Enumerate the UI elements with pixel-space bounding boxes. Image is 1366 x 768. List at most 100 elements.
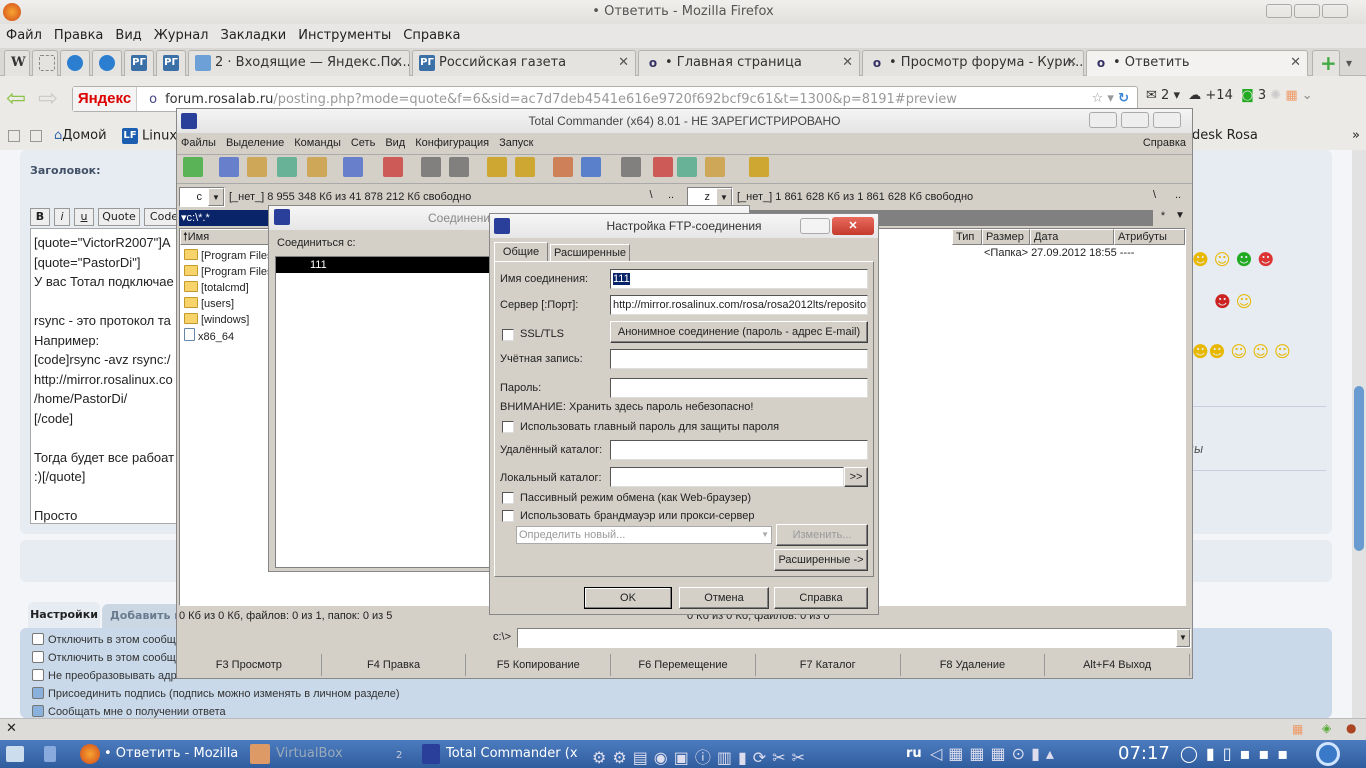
addon-icon[interactable]: ● (1346, 721, 1356, 735)
server-input[interactable]: http://mirror.rosalinux.com/rosa/rosa201… (610, 295, 868, 315)
toolbar-button-icon[interactable] (219, 157, 239, 177)
devil-smiley-icon[interactable]: ☻ (1214, 292, 1231, 311)
back-button[interactable]: ⇦ (6, 86, 26, 110)
tc-menu-commands[interactable]: Команды (294, 137, 341, 149)
file-row[interactable]: [totalcmd] (184, 280, 249, 296)
weather-icon[interactable]: ☁ (1188, 88, 1201, 103)
smiley-icon[interactable]: ☺ (1214, 250, 1231, 269)
function-key-button[interactable]: F8 Удаление (901, 654, 1046, 676)
addon-icon[interactable]: ▦ (1285, 88, 1297, 103)
file-row[interactable]: [users] (184, 296, 234, 312)
shield-icon[interactable]: ◈ (1322, 721, 1331, 735)
counter-value[interactable]: 3 (1258, 88, 1266, 103)
function-key-button[interactable]: F5 Копирование (466, 654, 612, 676)
toolbar-button-icon[interactable] (553, 157, 573, 177)
message-textarea[interactable]: [quote="VictorR2007"]А [quote="PastorDi"]… (30, 228, 190, 524)
desktop-number[interactable]: 2 (396, 750, 402, 761)
function-key-button[interactable]: F3 Просмотр (177, 654, 322, 676)
menu-file[interactable]: Файл (0, 24, 48, 43)
function-key-button[interactable]: Alt+F4 Выход (1045, 654, 1190, 676)
toolbar-button-icon[interactable] (449, 157, 469, 177)
tab-close-icon[interactable]: ✕ (1066, 51, 1077, 75)
smiley-icon[interactable]: ☻☻ (1192, 342, 1225, 361)
taskbar-total-commander[interactable]: Total Commander (x (446, 746, 586, 761)
right-root-button[interactable]: \ (1153, 189, 1156, 201)
toolbar-button-icon[interactable] (677, 157, 697, 177)
toolbar-button-icon[interactable] (653, 157, 673, 177)
tab-general[interactable]: Общие (494, 242, 548, 262)
tab-close-icon[interactable]: ✕ (392, 51, 403, 75)
yandex-search-button[interactable]: Яндекс (73, 87, 137, 111)
advanced-button[interactable]: Расширенные -> (774, 549, 868, 571)
toolbar-button-icon[interactable] (421, 157, 441, 177)
toolbar-button-icon[interactable] (487, 157, 507, 177)
toolbar-button-icon[interactable] (749, 157, 769, 177)
tray-icons[interactable]: ◁▦▦▦⊙▮▴ (930, 744, 1060, 763)
smilies-row-3[interactable]: ☻☻ ☺ ☺ ☺ (1192, 342, 1291, 361)
pinned-tab-wikipedia[interactable]: W (4, 50, 30, 76)
command-line-input[interactable]: ▼ (517, 628, 1191, 648)
tab-rg[interactable]: РГ Российская газета ✕ (412, 50, 636, 76)
account-input[interactable] (610, 349, 868, 369)
menu-chevron-icon[interactable]: ⌄ (1302, 88, 1313, 103)
menu-bookmarks[interactable]: Закладки (215, 24, 293, 43)
tab-list-icon[interactable]: ▾ (1346, 56, 1352, 70)
help-button[interactable]: Справка (774, 587, 868, 609)
menu-history[interactable]: Журнал (148, 24, 215, 43)
function-key-button[interactable]: F4 Правка (322, 654, 467, 676)
column-date-header[interactable]: Дата (1030, 229, 1114, 245)
dialog-minimize[interactable] (800, 218, 830, 234)
clock[interactable]: 07:17 (1118, 743, 1170, 764)
tc-menu-start[interactable]: Запуск (499, 137, 533, 149)
pinned-tab-blank[interactable] (32, 50, 58, 76)
taskbar-firefox[interactable]: • Ответить - Mozilla (104, 746, 238, 761)
column-type-header[interactable]: Тип (952, 229, 982, 245)
pinned-tab-2[interactable] (92, 50, 122, 76)
checkbox[interactable] (32, 633, 44, 645)
bookmarks-overflow[interactable]: » (1352, 128, 1360, 143)
smiley-icon[interactable]: ☺ (1230, 342, 1247, 361)
tab-main-page[interactable]: o • Главная страница ✕ (638, 50, 860, 76)
checkbox[interactable] (32, 669, 44, 681)
bookmark-desk-rosa[interactable]: desk Rosa (1192, 128, 1258, 143)
checkbox[interactable] (32, 687, 44, 699)
smiley-icon[interactable]: ☺ (1236, 292, 1253, 311)
tc-maximize[interactable] (1121, 112, 1149, 128)
toolbar-button-icon[interactable] (247, 157, 267, 177)
toolbar-button-icon[interactable] (183, 157, 203, 177)
browse-local-button[interactable]: >> (844, 467, 868, 487)
tc-menu-mark[interactable]: Выделение (226, 137, 284, 149)
cancel-button[interactable]: Отмена (679, 587, 769, 609)
toolbar-button-icon[interactable] (307, 157, 327, 177)
tab-close-icon[interactable]: ✕ (618, 51, 629, 75)
connection-name-input[interactable]: 111 (610, 269, 868, 289)
option-checkbox[interactable]: Отключить в этом сообщ (32, 633, 176, 646)
smilies-row-2[interactable]: ☻ ☺ (1214, 292, 1252, 311)
usb-icon[interactable] (44, 746, 56, 762)
history-dropdown-icon[interactable]: ▼ (1175, 210, 1185, 221)
smiley-icon[interactable]: ☻ (1236, 250, 1253, 269)
remote-dir-input[interactable] (610, 440, 868, 460)
option-checkbox[interactable]: Сообщать мне о получении ответа (32, 705, 226, 718)
bookmark-home[interactable]: ⌂Домой (54, 128, 107, 143)
function-key-button[interactable]: F7 Каталог (756, 654, 901, 676)
tc-menu-files[interactable]: Файлы (181, 137, 216, 149)
pinned-tab-rg-1[interactable]: РГ (124, 50, 154, 76)
local-dir-input[interactable] (610, 467, 844, 487)
right-drive-select[interactable]: z ▼ (687, 187, 733, 207)
tc-close[interactable] (1153, 112, 1181, 128)
bold-button[interactable]: B (30, 208, 50, 226)
mail-count[interactable]: 2 (1161, 88, 1169, 103)
counter-icon[interactable]: ◙ (1241, 88, 1254, 103)
toolbar-button-icon[interactable] (383, 157, 403, 177)
file-row[interactable]: [windows] (184, 312, 249, 328)
italic-button[interactable]: i (54, 208, 70, 226)
checkbox[interactable] (32, 651, 44, 663)
show-desktop-icon[interactable] (6, 746, 24, 762)
favorites-star[interactable]: * (1155, 210, 1171, 222)
smiley-icon[interactable]: ☺ (1252, 342, 1269, 361)
toolbar-button-icon[interactable] (343, 157, 363, 177)
menu-help[interactable]: Справка (397, 24, 466, 43)
collapse-icon[interactable] (8, 130, 20, 142)
tc-minimize[interactable] (1089, 112, 1117, 128)
